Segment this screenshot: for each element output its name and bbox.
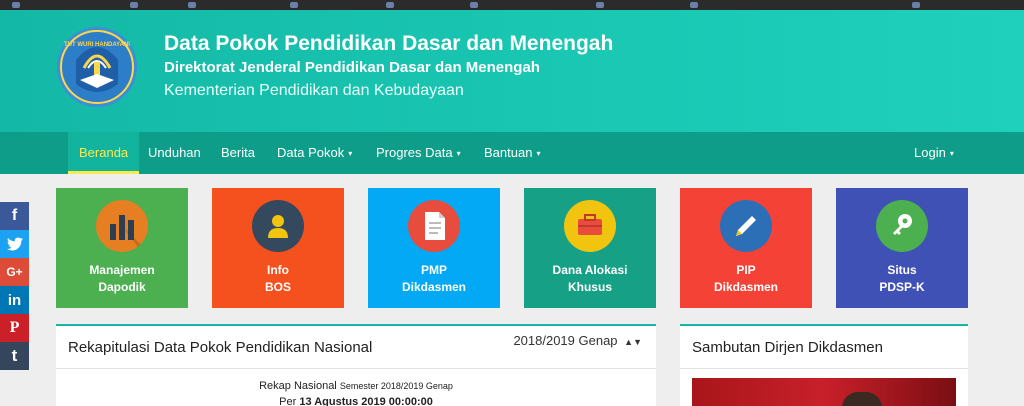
bookmark-icon[interactable] [188,2,196,8]
recap-heading: Rekap Nasional Semester 2018/2019 Genap [259,380,453,392]
sambutan-panel: Sambutan Dirjen Dikdasmen [680,324,968,406]
tile-label: Manajemen Dapodik [89,263,155,294]
nav-item-data-pokok[interactable]: Data Pokok ▾ [266,132,363,174]
linkedin-icon[interactable]: in [0,286,29,314]
nav-item-unduhan[interactable]: Unduhan [137,132,212,174]
twitter-icon[interactable] [0,230,29,258]
tile-pmp-dikdasmen[interactable]: PMP Dikdasmen [368,188,500,308]
briefcase-icon [564,200,616,252]
tut-wuri-handayani-logo-icon[interactable]: TUT WURI HANDAYANI [56,26,138,108]
chevron-down-icon: ▾ [949,148,954,158]
bookmark-icon[interactable] [596,2,604,8]
login-dropdown[interactable]: Login ▾ [903,132,965,174]
nav-item-berita[interactable]: Berita [210,132,266,174]
semester-select[interactable]: 2018/2019 Genap ▲▼ [513,333,642,348]
main-navbar: Beranda Unduhan Berita Data Pokok ▾ Progr… [0,132,1024,174]
bookmark-icon[interactable] [470,2,478,8]
sambutan-panel-title: Sambutan Dirjen Dikdasmen [692,339,883,356]
tile-label: PMP Dikdasmen [401,263,467,294]
sort-arrows-icon: ▲▼ [624,337,642,347]
bookmark-icon[interactable] [290,2,298,8]
tile-label: Info BOS [264,263,291,294]
nav-label: Beranda [79,145,129,160]
pinterest-icon[interactable]: P [0,314,29,342]
tile-dana-alokasi-khusus[interactable]: Dana Alokasi Khusus [524,188,656,308]
dirjen-photo[interactable] [692,378,956,406]
site-header: TUT WURI HANDAYANI Data Pokok Pendidikan… [0,10,1024,132]
logo-motto: TUT WURI HANDAYANI [64,42,130,48]
login-label: Login [914,145,946,160]
recap-panel: Rekapitulasi Data Pokok Pendidikan Nasio… [56,324,656,406]
chevron-down-icon: ▾ [456,148,461,158]
tumblr-icon[interactable]: t [0,342,29,370]
document-icon [408,200,460,252]
tile-label: PIP Dikdasmen [713,263,779,294]
chevron-down-icon: ▾ [536,148,541,158]
bookmark-icon[interactable] [12,2,20,8]
chevron-down-icon: ▾ [348,148,353,158]
bookmark-icon[interactable] [690,2,698,8]
panel-divider [680,368,968,369]
tile-pip-dikdasmen[interactable]: PIP Dikdasmen [680,188,812,308]
nav-label: Progres Data [376,145,453,160]
nav-item-bantuan[interactable]: Bantuan ▾ [473,132,551,174]
site-subtitle: Direktorat Jenderal Pendidikan Dasar dan… [164,59,540,76]
bookmark-icon[interactable] [912,2,920,8]
site-title[interactable]: Data Pokok Pendidikan Dasar dan Menengah [164,32,613,56]
key-icon [876,200,928,252]
tile-manajemen-dapodik[interactable]: Manajemen Dapodik [56,188,188,308]
bookmark-icon[interactable] [130,2,138,8]
tile-situs-pdsp-k[interactable]: Situs PDSP-K [836,188,968,308]
nav-label: Unduhan [148,145,201,160]
panel-divider [56,368,656,369]
tile-label: Dana Alokasi Khusus [552,263,628,294]
user-icon [252,200,304,252]
bookmark-icon[interactable] [386,2,394,8]
nav-item-progres-data[interactable]: Progres Data ▾ [365,132,472,174]
bar-chart-icon [96,200,148,252]
facebook-icon[interactable]: f [0,202,29,230]
browser-bookmark-bar [0,0,1024,10]
recap-panel-title: Rekapitulasi Data Pokok Pendidikan Nasio… [68,339,373,356]
tile-label: Situs PDSP-K [879,263,925,294]
ministry-name: Kementerian Pendidikan dan Kebudayaan [164,82,464,99]
recap-date: Per 13 Agustus 2019 00:00:00 [279,396,433,406]
nav-item-beranda[interactable]: Beranda [68,132,140,174]
google-plus-icon[interactable]: G+ [0,258,29,286]
nav-label: Berita [221,145,255,160]
tile-info-bos[interactable]: Info BOS [212,188,344,308]
nav-label: Bantuan [484,145,533,160]
semester-select-value: 2018/2019 Genap [513,333,618,348]
nav-label: Data Pokok [277,145,345,160]
pencil-icon [720,200,772,252]
